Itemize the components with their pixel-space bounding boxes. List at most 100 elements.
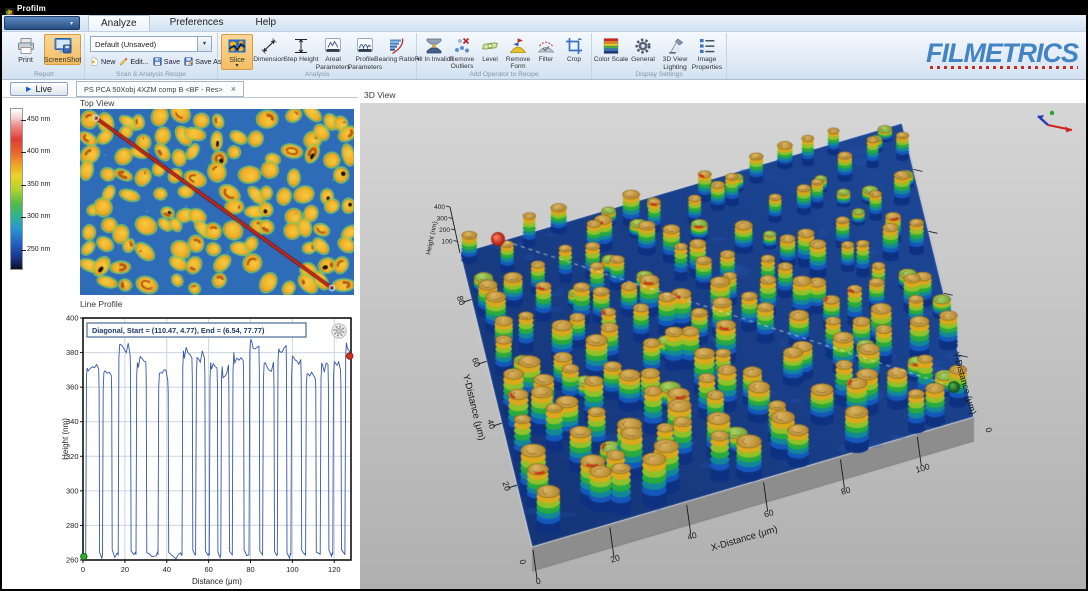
- ribbon-tab-help[interactable]: Help: [244, 15, 289, 31]
- gear-icon: [633, 36, 653, 56]
- svg-text:300: 300: [437, 216, 448, 223]
- height-color-scale: [10, 108, 23, 270]
- document-tab[interactable]: PS PCA 50Xobj 4XZM comp B <BF - Res> ×: [76, 81, 244, 97]
- window-title: Profilm: [17, 4, 46, 13]
- recipe-save-button[interactable]: Save: [151, 56, 181, 67]
- color-scale-icon: [601, 36, 621, 56]
- svg-text:Distance (μm): Distance (μm): [192, 577, 242, 586]
- save-as-icon: [183, 56, 194, 67]
- svg-text:X-Distance (μm): X-Distance (μm): [710, 524, 779, 554]
- svg-text:40: 40: [686, 530, 698, 542]
- printer-icon: [16, 36, 36, 56]
- filter-icon: [536, 36, 556, 56]
- app-icon: [5, 4, 14, 13]
- tab-divider: [2, 97, 358, 98]
- svg-text:20: 20: [500, 480, 513, 493]
- svg-text:40: 40: [485, 418, 498, 431]
- svg-text:0: 0: [81, 565, 85, 574]
- recipe-dropdown-button[interactable]: ▼: [197, 37, 211, 51]
- ribbon-group-recipe: Default (Unsaved) ▼ New Edit... Save: [85, 33, 218, 79]
- svg-text:260: 260: [66, 556, 79, 565]
- top-view-image[interactable]: [80, 109, 354, 295]
- color-scale-label: 250 nm: [27, 246, 50, 253]
- edit-icon: [118, 56, 129, 67]
- crop-button[interactable]: Crop: [560, 34, 588, 64]
- ribbon-group-display-settings: Color Scale General 3D View Lighting Ima…: [592, 33, 727, 79]
- print-button[interactable]: Print: [7, 34, 44, 65]
- recipe-select[interactable]: Default (Unsaved) ▼: [90, 36, 212, 52]
- color-scale-label: 300 nm: [27, 213, 50, 220]
- recipe-new-button[interactable]: New: [88, 56, 116, 67]
- svg-text:Height (nm): Height (nm): [61, 418, 70, 460]
- save-icon: [152, 56, 163, 67]
- dimension-icon: [259, 36, 279, 56]
- profile-parameters-button[interactable]: Profile Parameters: [349, 34, 381, 72]
- image-properties-button[interactable]: Image Properties: [691, 34, 723, 72]
- ribbon-tab-analyze[interactable]: Analyze: [88, 15, 150, 31]
- line-profile-label: Line Profile: [80, 299, 123, 309]
- slice-button[interactable]: Slice ▾: [221, 34, 253, 70]
- document-tab-title: PS PCA 50Xobj 4XZM comp B <BF - Res>: [84, 85, 223, 94]
- svg-text:280: 280: [66, 521, 79, 530]
- bearing-ratio-icon: [387, 36, 407, 56]
- svg-text:400: 400: [66, 314, 79, 323]
- svg-text:Y-Distance (μm): Y-Distance (μm): [951, 351, 978, 416]
- bearing-ratio-button[interactable]: Bearing Ratio ▾: [381, 34, 413, 65]
- ribbon-group-analysis: Slice ▾ Dimension Step Height Areal Para…: [218, 33, 417, 79]
- screenshot-button[interactable]: ScreenShot: [44, 34, 81, 65]
- remove-outliers-icon: [452, 36, 472, 56]
- titlebar: Profilm: [2, 2, 1086, 15]
- application-menu-button[interactable]: ▾: [4, 16, 80, 30]
- svg-text:200: 200: [439, 227, 450, 234]
- svg-text:80: 80: [246, 565, 254, 574]
- ribbon-group-add-operator: Fill In Invalids Remove Outliers Level R…: [417, 33, 592, 79]
- svg-text:100: 100: [914, 461, 931, 475]
- ribbon-group-report: Print ScreenShot Report: [4, 33, 85, 79]
- svg-text:400: 400: [434, 204, 445, 211]
- svg-text:80: 80: [455, 294, 468, 307]
- top-view-label: Top View: [80, 98, 114, 108]
- svg-text:360: 360: [66, 383, 79, 392]
- svg-text:60: 60: [763, 507, 775, 519]
- screenshot-icon: [53, 36, 73, 56]
- profile-parameters-icon: [355, 36, 375, 56]
- remove-outliers-button[interactable]: Remove Outliers: [448, 34, 476, 72]
- remove-form-button[interactable]: Remove Form: [504, 34, 532, 72]
- three-d-view-label: 3D View: [364, 90, 396, 100]
- three-d-view[interactable]: 020406080100X-Distance (μm)020406080Y-Di…: [360, 103, 1086, 589]
- color-scale-label: 350 nm: [27, 181, 50, 188]
- menubar: ▾ Analyze Preferences Help: [2, 15, 1086, 32]
- remove-form-icon: [508, 36, 528, 56]
- svg-text:60: 60: [204, 565, 212, 574]
- slice-icon: [227, 36, 247, 56]
- svg-text:20: 20: [121, 565, 129, 574]
- svg-text:Diagonal, Start = (110.47, 4.7: Diagonal, Start = (110.47, 4.77), End = …: [92, 326, 265, 335]
- new-icon: [89, 56, 100, 67]
- svg-text:0: 0: [535, 576, 543, 587]
- level-icon: [480, 36, 500, 56]
- color-scale-label: 450 nm: [27, 116, 50, 123]
- areal-parameters-icon: [323, 36, 343, 56]
- svg-text:380: 380: [66, 348, 79, 357]
- profilm-window: Profilm ▾ Analyze Preferences Help Print…: [0, 0, 1088, 591]
- line-profile-chart[interactable]: 020406080100120260280300320340360380400D…: [60, 310, 356, 589]
- close-tab-icon[interactable]: ×: [231, 85, 236, 94]
- svg-text:60: 60: [470, 356, 483, 369]
- caret-down-icon: ▾: [235, 64, 238, 69]
- list-icon: [697, 36, 717, 56]
- ribbon: Print ScreenShot Report Default (Unsaved…: [2, 32, 1086, 80]
- step-height-icon: [291, 36, 311, 56]
- fill-in-invalids-icon: [424, 36, 444, 56]
- svg-text:40: 40: [163, 565, 171, 574]
- svg-text:Y-Distance (μm): Y-Distance (μm): [460, 373, 487, 442]
- orientation-triad-icon: [1038, 111, 1072, 133]
- recipe-edit-button[interactable]: Edit...: [117, 56, 149, 67]
- svg-text:0: 0: [983, 426, 994, 434]
- three-d-axes-overlay: 020406080100X-Distance (μm)020406080Y-Di…: [360, 103, 1086, 589]
- live-button[interactable]: ▶ Live: [10, 82, 68, 96]
- ribbon-tab-preferences[interactable]: Preferences: [158, 15, 236, 31]
- svg-text:80: 80: [840, 484, 852, 496]
- svg-text:100: 100: [286, 565, 299, 574]
- lamp-icon: [665, 36, 685, 56]
- play-icon: ▶: [26, 86, 31, 93]
